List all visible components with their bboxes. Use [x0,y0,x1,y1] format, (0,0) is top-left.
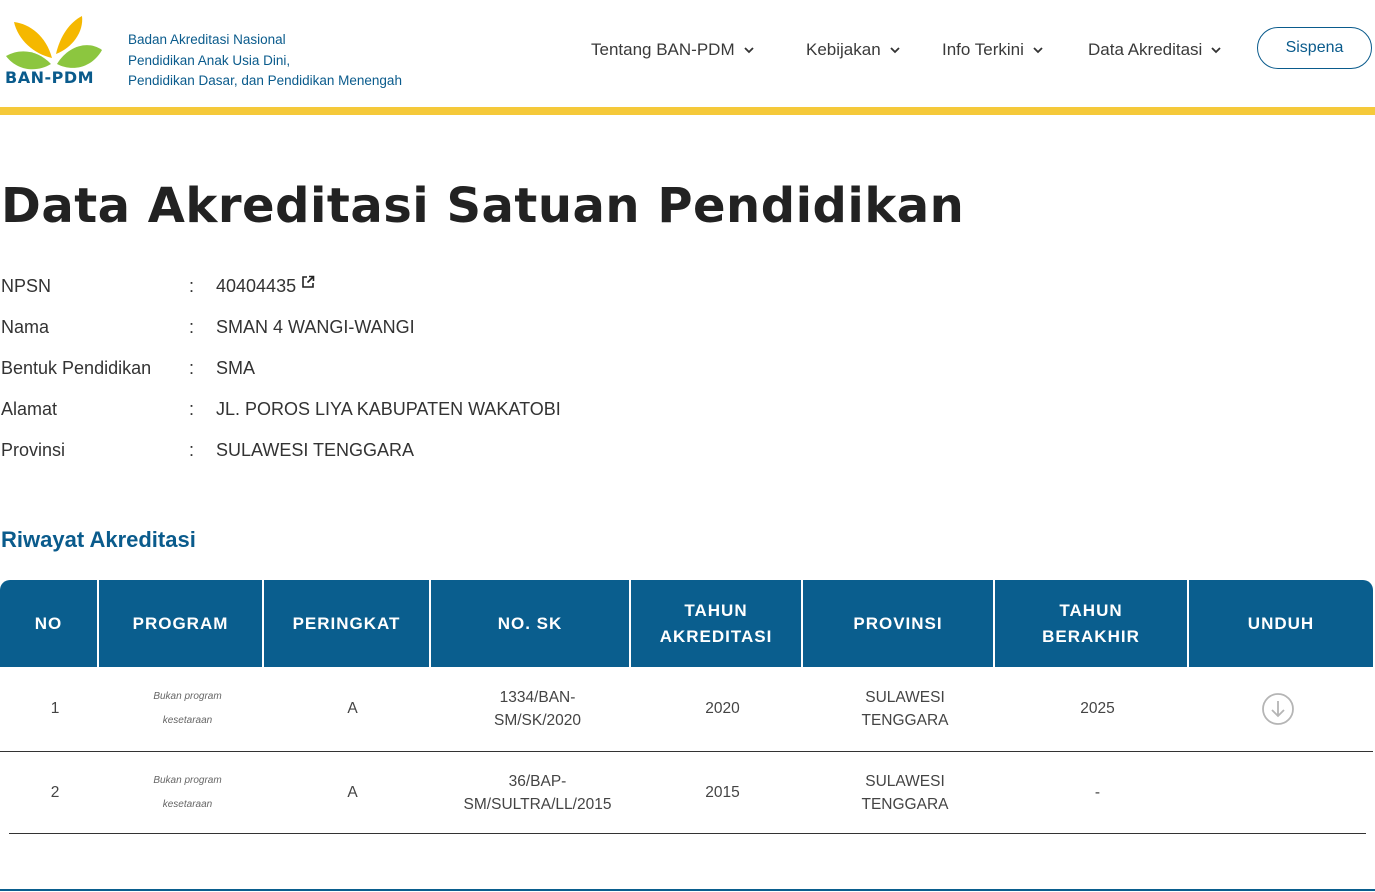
nav-label: Info Terkini [942,40,1024,59]
info-value: SMAN 4 WANGI-WANGI [216,317,415,337]
cell-unduh [1190,751,1365,834]
info-colon: : [189,358,195,378]
chevron-down-icon [890,47,900,54]
org-line-3: Pendidikan Dasar, dan Pendidikan Menenga… [128,73,402,88]
info-colon: : [189,399,195,419]
organization-name: Badan Akreditasi Nasional Pendidikan Ana… [128,30,458,92]
nav-label: Tentang BAN-PDM [591,40,735,59]
chevron-down-icon [1211,47,1221,54]
column-header-peringkat: PERINGKAT [264,580,431,667]
logo-wordmark: BAN-PDM [5,68,95,87]
column-header-no: NO [0,580,99,667]
sispena-button[interactable]: Sispena [1257,27,1372,69]
column-header-program: PROGRAM [99,580,264,667]
chevron-down-icon [743,47,754,54]
info-colon: : [189,317,195,337]
section-title-riwayat: Riwayat Akreditasi [1,527,196,552]
download-icon[interactable] [1261,692,1295,726]
info-value: SMA [216,358,256,378]
column-header-tahun-berakhir: TAHUN BERAKHIR [995,580,1189,667]
info-label: Bentuk Pendidikan [1,358,152,378]
cell-no-sk: 1334/BAN-SM/SK/2020 [493,688,582,729]
cell-provinsi: SULAWESI TENGGARA [861,688,949,729]
footer-divider [0,889,1375,891]
info-colon: : [189,440,195,460]
cell-no: 2 [50,784,60,801]
info-label: Provinsi [1,440,66,460]
table-header: NO PROGRAM PERINGKAT NO. SK TAHUN AKREDI… [0,580,1373,667]
org-line-2: Pendidikan Anak Usia Dini, [128,52,291,68]
cell-no-sk: 36/BAP-SM/SULTRA/LL/2015 [463,772,612,813]
info-colon: : [189,276,195,296]
cell-peringkat: A [347,700,358,717]
nav-label: Kebijakan [806,40,881,59]
npsn-value: 40404435 [216,276,297,296]
info-label: NPSN [1,276,52,296]
column-header-provinsi: PROVINSI [803,580,995,667]
cell-tahun-berakhir: - [1094,784,1101,801]
table-row: 1 Bukan program kesetaraan A 1334/BAN-SM… [0,667,1373,750]
cell-tahun-berakhir: 2025 [1080,700,1115,717]
info-label: Alamat [1,399,58,419]
cell-no: 1 [50,700,60,717]
column-header-tahun-akreditasi: TAHUN AKREDITASI [631,580,803,667]
info-label: Nama [1,317,50,337]
nav-item-tentang[interactable]: Tentang BAN-PDM [591,40,755,60]
row-divider [9,833,1366,834]
page-title: Data Akreditasi Satuan Pendidikan [1,178,965,234]
cell-tahun-akreditasi: 2015 [705,784,740,801]
cell-peringkat: A [347,784,358,801]
site-header: BAN-PDM Badan Akreditasi Nasional Pendid… [0,0,1375,107]
column-header-unduh: UNDUH [1247,613,1315,633]
cell-unduh [1190,667,1365,750]
org-line-1: Badan Akreditasi Nasional [128,32,286,47]
column-header-no-sk: NO. SK [431,580,631,667]
header-accent-bar [0,107,1375,115]
cell-program: Bukan program kesetaraan [153,774,222,810]
leaf-logo-icon [6,16,102,70]
table-row: 2 Bukan program kesetaraan A 36/BAP-SM/S… [0,751,1373,834]
external-link-icon[interactable] [301,275,315,289]
nav-item-kebijakan[interactable]: Kebijakan [806,40,901,60]
cell-provinsi: SULAWESI TENGGARA [861,772,949,813]
cell-program: Bukan program kesetaraan [153,690,222,726]
nav-item-info-terkini[interactable]: Info Terkini [942,40,1044,60]
nav-item-data-akreditasi[interactable]: Data Akreditasi [1088,40,1222,60]
nav-label: Data Akreditasi [1088,40,1203,59]
info-value: JL. POROS LIYA KABUPATEN WAKATOBI [216,399,561,419]
chevron-down-icon [1033,47,1043,54]
info-value: SULAWESI TENGGARA [216,440,415,460]
cell-tahun-akreditasi: 2020 [705,700,740,717]
npsn-link[interactable]: 40404435 [216,275,315,297]
